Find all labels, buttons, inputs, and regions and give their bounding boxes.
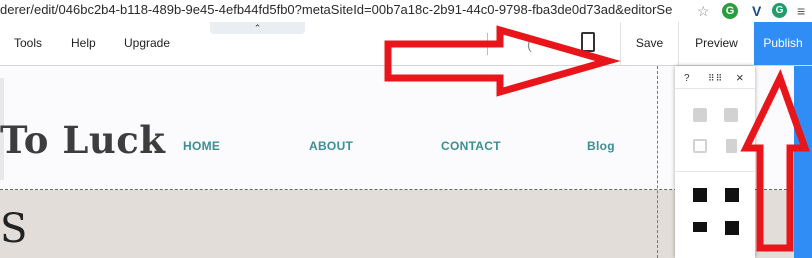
arrow-right-to-save	[384, 25, 621, 97]
arrow-up-to-publish	[740, 68, 810, 252]
annotation-arrows	[384, 25, 810, 252]
